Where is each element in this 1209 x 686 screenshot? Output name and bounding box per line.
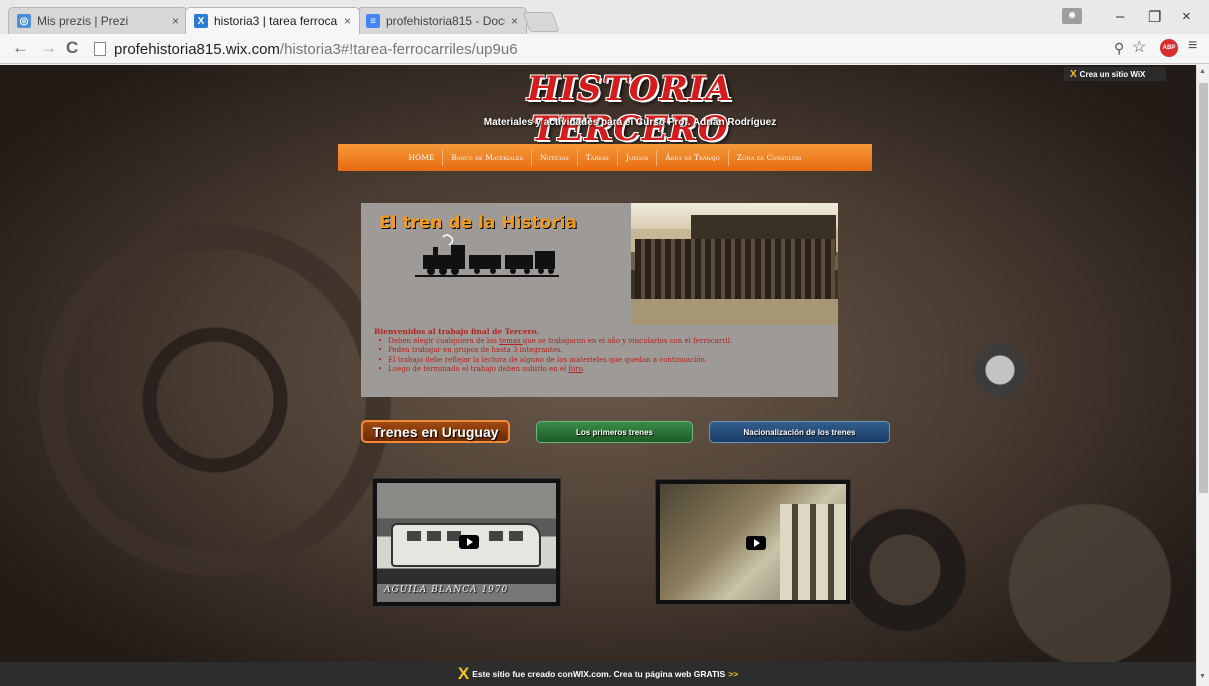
list-item-text: Luego de terminado el trabajo deben subi… (388, 365, 569, 373)
primeros-trenes-button[interactable]: Los primeros trenes (536, 421, 693, 443)
nav-tareas[interactable]: Tareas (578, 149, 618, 166)
prezi-favicon-icon: ◎ (17, 14, 31, 28)
content-box: El tren de la Historia Bienvenidos al tr… (361, 203, 838, 397)
url-path: /historia3#!tarea-ferrocarriles/up9u6 (279, 40, 518, 58)
site-title: HISTORIA TERCERO (526, 69, 734, 149)
video-train-bridge[interactable] (656, 480, 850, 604)
tab-historia3[interactable]: X historia3 | tarea ferrocarril × (185, 7, 360, 34)
nav-zona-consultas[interactable]: Zona de Consultas (729, 150, 810, 166)
play-icon[interactable] (459, 535, 479, 549)
bridge-image (780, 504, 846, 600)
list-item: Luego de terminado el trabajo deben subi… (378, 365, 824, 375)
zoom-icon[interactable]: ⚲ (1114, 40, 1124, 57)
docs-favicon-icon: ≡ (366, 14, 380, 28)
content-title: El tren de la Historia (379, 213, 577, 233)
new-tab-button[interactable] (522, 12, 560, 32)
historical-train-photo (631, 203, 838, 325)
back-arrow-icon[interactable]: ← (12, 38, 29, 58)
list-item: El trabajo debe reflejar la lectura de a… (378, 356, 824, 366)
footer-brand: WIX.com (572, 669, 609, 679)
list-item: Peden trabajar en grupos de hasta 3 inte… (378, 346, 824, 356)
profile-icon[interactable]: ☻ (1062, 8, 1082, 24)
assignment-instructions: Bienvenidos al trabajo final de Tercero.… (374, 327, 824, 375)
nacionalizacion-trenes-button[interactable]: Nacionalización de los trenes (709, 421, 890, 443)
foro-link[interactable]: foro (569, 365, 583, 373)
tab-prezi[interactable]: ◎ Mis prezis | Prezi × (8, 7, 188, 34)
close-window-button[interactable]: × (1182, 8, 1191, 25)
page-viewport: X Crea un sitio WiX HISTORIA TERCERO Mat… (0, 65, 1196, 686)
footer-arrows: >> (728, 669, 739, 679)
address-bar[interactable]: profehistoria815.wix.com/historia3#!tare… (90, 37, 1140, 61)
list-item-text: El trabajo debe reflejar la lectura de a… (388, 355, 708, 364)
tab-close-icon[interactable]: × (344, 14, 351, 28)
bookmark-star-icon[interactable]: ☆ (1132, 37, 1146, 57)
wix-corner-label: Crea un sitio WiX (1079, 69, 1146, 79)
site-subtitle: Materiales y actividades para el Curso P… (483, 117, 777, 128)
tab-docs[interactable]: ≡ profehistoria815 - Docum × (357, 7, 527, 34)
nav-noticias[interactable]: Noticias (532, 149, 578, 166)
tab-label: profehistoria815 - Docum (386, 14, 505, 28)
play-icon[interactable] (746, 536, 766, 550)
tab-label: Mis prezis | Prezi (37, 14, 129, 28)
tab-strip: ◎ Mis prezis | Prezi × X historia3 | tar… (0, 0, 1209, 34)
nav-juegos[interactable]: Juegos (618, 149, 658, 166)
scroll-thumb[interactable] (1199, 83, 1208, 493)
footer-text-post: . Crea tu página web GRATIS (608, 669, 726, 679)
scroll-down-icon[interactable]: ▼ (1199, 673, 1206, 680)
intro-heading: Bienvenidos al trabajo final de Tercero. (374, 327, 540, 336)
nav-home[interactable]: HOME (401, 149, 444, 166)
wix-logo-icon: X (1070, 68, 1077, 80)
footer-text-pre: Este sitio fue creado con (472, 669, 573, 679)
page-scrollbar[interactable]: ▲ ▼ (1196, 65, 1209, 686)
wix-footer-banner[interactable]: X Este sitio fue creado con WIX.com. Cre… (0, 662, 1196, 686)
list-item-text: que se trabajaron en el año y vincularlo… (522, 336, 733, 345)
tab-close-icon[interactable]: × (172, 14, 179, 28)
reload-icon[interactable]: C (66, 38, 78, 58)
steam-train-icon (415, 234, 559, 277)
forward-arrow-icon[interactable]: → (40, 38, 57, 58)
wix-logo-icon: X (457, 664, 470, 683)
video-aguila-blanca[interactable]: AGUILA BLANCA 1970 (373, 479, 560, 606)
video-caption: AGUILA BLANCA 1970 (384, 585, 509, 595)
browser-toolbar: ← → C profehistoria815.wix.com/historia3… (0, 34, 1209, 64)
list-item-text: Deben elegir cualquiera de los (388, 336, 500, 345)
minimize-button[interactable]: – (1116, 8, 1124, 25)
nav-banco-materiales[interactable]: Banco de Materiales (443, 149, 532, 166)
adblock-icon[interactable]: ABP (1160, 39, 1178, 57)
list-item-text: Peden trabajar en grupos de hasta 3 inte… (388, 346, 563, 354)
nav-area-trabajo[interactable]: Área de Trabajo (657, 149, 729, 166)
trenes-uruguay-button[interactable]: Trenes en Uruguay (361, 420, 510, 443)
wix-favicon-icon: X (194, 14, 208, 28)
scroll-up-icon[interactable]: ▲ (1199, 68, 1206, 75)
site-nav: HOME Banco de Materiales Noticias Tareas… (338, 144, 872, 171)
list-item-text: . (582, 365, 585, 373)
tab-label: historia3 | tarea ferrocarril (214, 14, 338, 28)
menu-icon[interactable]: ≡ (1188, 37, 1197, 55)
page-icon (94, 42, 106, 56)
tab-close-icon[interactable]: × (511, 14, 518, 28)
wix-create-site-badge[interactable]: X Crea un sitio WiX (1064, 67, 1166, 81)
list-item: Deben elegir cualquiera de los temas que… (378, 337, 824, 347)
restore-button[interactable]: ❐ (1148, 8, 1161, 26)
temas-link[interactable]: temas (499, 337, 523, 345)
instructions-list: Deben elegir cualquiera de los temas que… (374, 337, 824, 375)
url-host: profehistoria815.wix.com (114, 40, 280, 58)
